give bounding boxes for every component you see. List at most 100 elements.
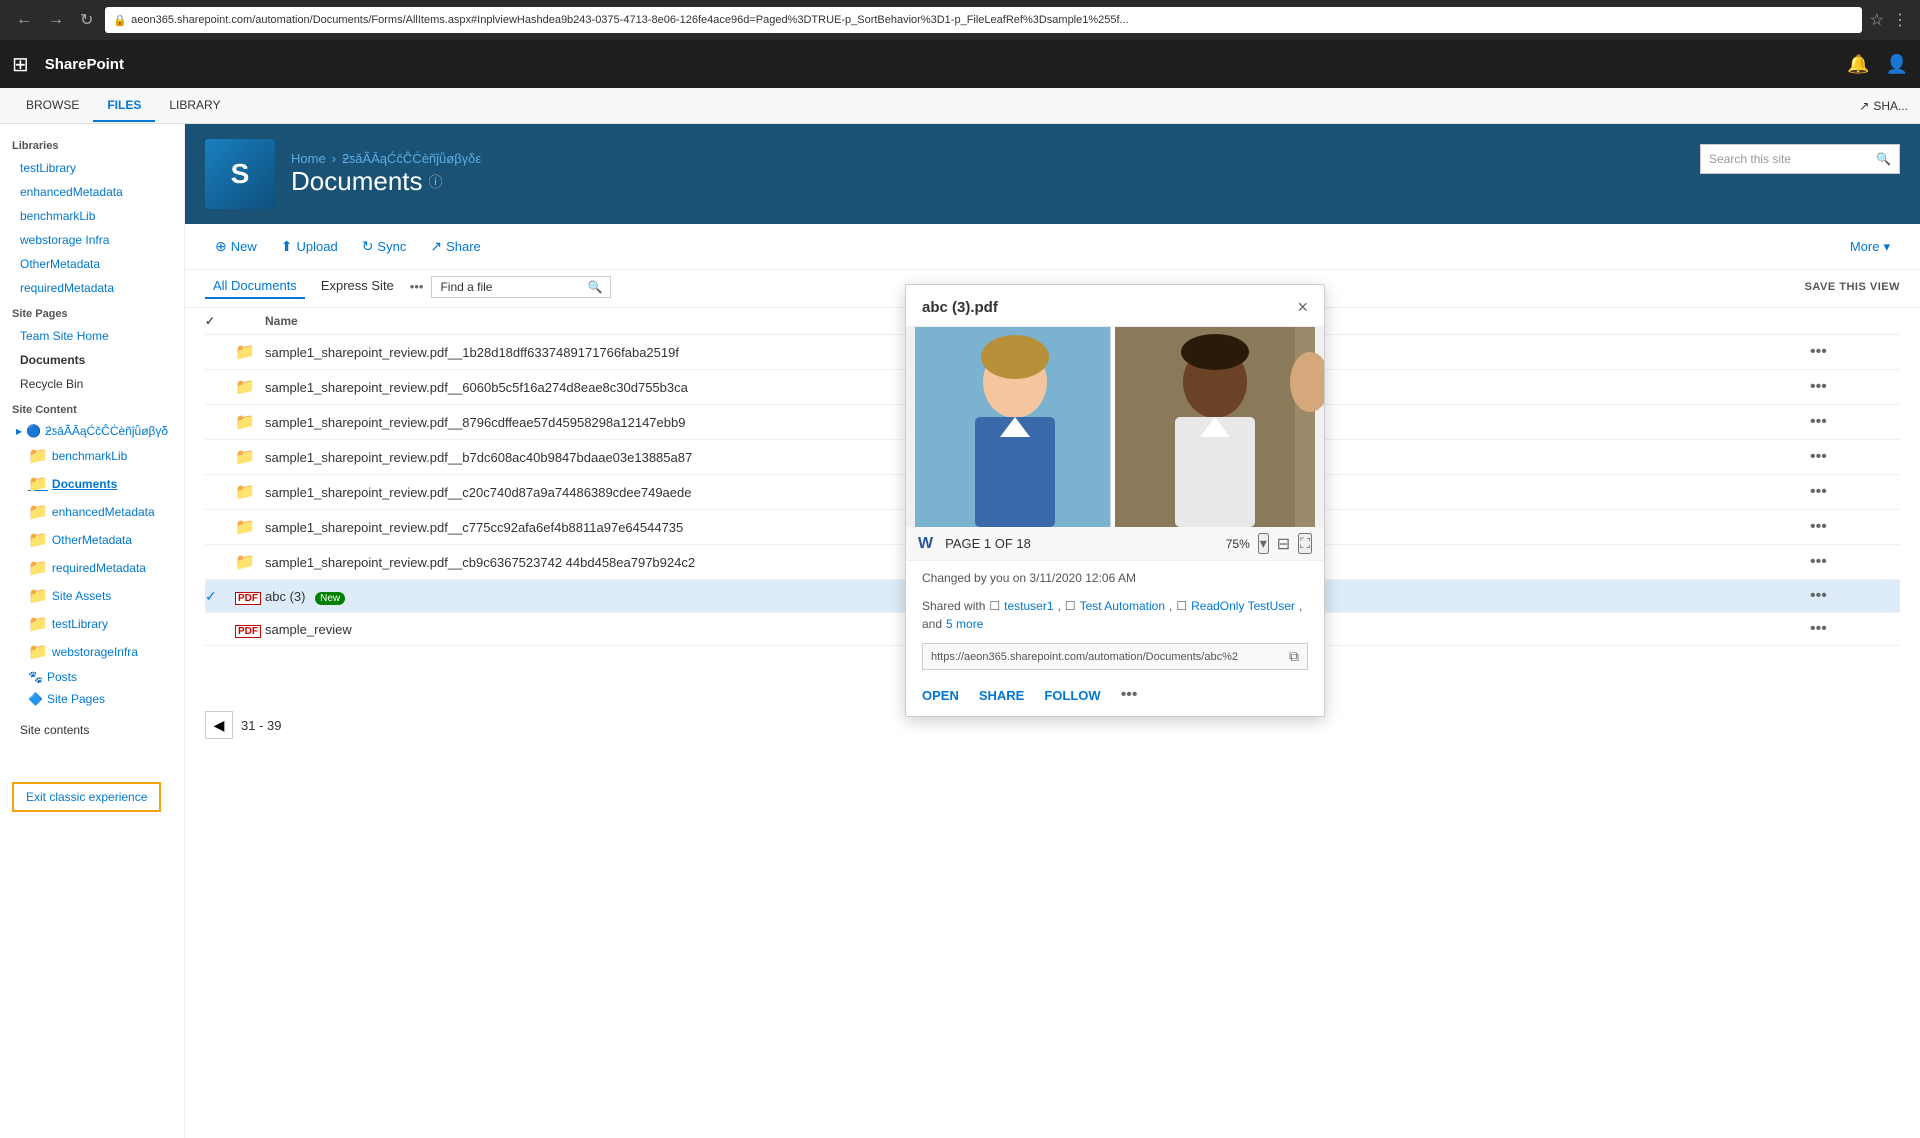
find-file-input[interactable]: Find a file 🔍 xyxy=(431,276,611,298)
sidebar-site-contents[interactable]: Site contents xyxy=(0,718,184,742)
ribbon-tab-browse[interactable]: BROWSE xyxy=(12,90,93,122)
view-more-tabs[interactable]: ••• xyxy=(410,279,424,294)
user-icon[interactable]: 👤 xyxy=(1886,54,1908,75)
address-bar[interactable]: 🔒 aeon365.sharepoint.com/automation/Docu… xyxy=(105,7,1861,33)
pdf-icon-cell: PDF xyxy=(235,589,265,604)
upload-icon: ⬆ xyxy=(281,238,293,255)
notifications-icon[interactable]: 🔔 xyxy=(1847,54,1869,75)
tree-item-webstorageinfra[interactable]: 📁 webstorageInfra xyxy=(0,638,184,666)
tab-all-documents[interactable]: All Documents xyxy=(205,274,305,299)
page-title-text: Documents xyxy=(291,166,423,197)
row-menu-selected[interactable]: ••• xyxy=(1810,587,1840,605)
new-button[interactable]: ⊕ New xyxy=(205,232,267,261)
preview-follow-button[interactable]: FOLLOW xyxy=(1044,688,1100,703)
waffle-icon[interactable]: ⊞ xyxy=(12,52,29,77)
preview-url-text: https://aeon365.sharepoint.com/automatio… xyxy=(931,651,1289,663)
sidebar-item-enhancedmetadata[interactable]: enhancedMetadata xyxy=(0,180,184,204)
sync-label: Sync xyxy=(377,239,406,254)
sidebar-item-documents[interactable]: Documents xyxy=(0,348,184,372)
search-icon: 🔍 xyxy=(588,280,603,294)
ribbon-tab-library[interactable]: LIBRARY xyxy=(155,90,234,122)
sidebar-item-recycle-bin[interactable]: Recycle Bin xyxy=(0,372,184,396)
menu-icon[interactable]: ⋮ xyxy=(1892,10,1908,30)
row-menu[interactable]: ••• xyxy=(1810,413,1840,431)
row-menu[interactable]: ••• xyxy=(1810,448,1840,466)
tree-item-documents[interactable]: 📁 Documents xyxy=(0,470,184,498)
ribbon-tab-files[interactable]: FILES xyxy=(93,90,155,122)
more-button[interactable]: More ▾ xyxy=(1840,233,1900,261)
sidebar-item-testlibrary[interactable]: testLibrary xyxy=(0,156,184,180)
bookmark-icon[interactable]: ☆ xyxy=(1870,10,1884,30)
tree-item-requiredmetadata[interactable]: 📁 requiredMetadata xyxy=(0,554,184,582)
folder-icon-cell: 📁 xyxy=(235,447,265,467)
site-pages-icon: 🔷 xyxy=(28,692,43,706)
more-arrow-icon: ▾ xyxy=(1883,239,1890,255)
sidebar-item-team-site-home[interactable]: Team Site Home xyxy=(0,324,184,348)
breadcrumb-home[interactable]: Home xyxy=(291,151,326,166)
search-this-site-input[interactable]: Search this site 🔍 xyxy=(1700,144,1900,174)
row-check-selected[interactable]: ✓ xyxy=(205,588,235,605)
share-button[interactable]: ↗ SHA... xyxy=(1859,99,1908,113)
zoom-mode-icon[interactable]: ⊟ xyxy=(1277,534,1290,554)
shared-user-1[interactable]: testuser1 xyxy=(1004,599,1053,613)
refresh-button[interactable]: ↻ xyxy=(76,6,97,34)
shared-with-label: Shared with xyxy=(922,599,985,613)
preview-close-button[interactable]: × xyxy=(1297,297,1308,318)
preview-panel: abc (3).pdf × xyxy=(905,284,1325,717)
copy-url-button[interactable]: ⧉ xyxy=(1289,648,1299,665)
row-menu[interactable]: ••• xyxy=(1810,483,1840,501)
row-menu[interactable]: ••• xyxy=(1810,620,1840,638)
preview-toolbar: W PAGE 1 OF 18 75% ▾ ⊟ ⛶ xyxy=(906,527,1324,561)
new-badge: New xyxy=(315,592,345,605)
row-menu[interactable]: ••• xyxy=(1810,518,1840,536)
preview-header: abc (3).pdf × xyxy=(906,285,1324,327)
preview-share-button[interactable]: SHARE xyxy=(979,688,1025,703)
tree-item-enhancedmetadata[interactable]: 📁 enhancedMetadata xyxy=(0,498,184,526)
forward-button[interactable]: → xyxy=(44,7,68,33)
share-button[interactable]: ↗ Share xyxy=(420,232,490,261)
address-text: aeon365.sharepoint.com/automation/Docume… xyxy=(131,14,1129,26)
pdf-icon: PDF xyxy=(235,625,261,638)
folder-icon-cell: 📁 xyxy=(235,377,265,397)
posts-icon: 🐾 xyxy=(28,670,43,684)
sidebar-item-othermetadata[interactable]: OtherMetadata xyxy=(0,252,184,276)
fullscreen-button[interactable]: ⛶ xyxy=(1298,533,1312,554)
tree-item-posts[interactable]: 🐾 Posts xyxy=(0,666,184,688)
breadcrumb: Home › ƻƽǎÃĀąĆčĈĊèñĵǖøβγδε xyxy=(291,151,1900,166)
search-icon: 🔍 xyxy=(1876,152,1891,166)
sync-button[interactable]: ↻ Sync xyxy=(352,232,417,261)
tree-item-site-assets[interactable]: 📁 Site Assets xyxy=(0,582,184,610)
back-button[interactable]: ← xyxy=(12,7,36,33)
tree-item-site-pages[interactable]: 🔷 Site Pages xyxy=(0,688,184,710)
col-check: ✓ xyxy=(205,314,235,328)
zoom-dropdown-button[interactable]: ▾ xyxy=(1258,533,1269,554)
site-content-section-title: Site Content xyxy=(0,396,184,420)
upload-button[interactable]: ⬆ Upload xyxy=(271,232,348,261)
tree-item-root[interactable]: ▸ 🔵 ƻƽǎÃĀąĆčĈĊèñĵǖøβγδ xyxy=(0,420,184,442)
shared-and: and xyxy=(922,617,942,631)
tree-item-othermetadata[interactable]: 📁 OtherMetadata xyxy=(0,526,184,554)
preview-more-actions[interactable]: ••• xyxy=(1121,686,1138,704)
info-icon[interactable]: ⓘ xyxy=(429,172,443,192)
folder-icon: 📁 xyxy=(28,502,48,522)
prev-page-button[interactable]: ◀ xyxy=(205,711,233,739)
shared-checkbox-1: ☐ xyxy=(989,599,1000,613)
folder-icon-cell: 📁 xyxy=(235,517,265,537)
tab-express-site[interactable]: Express Site xyxy=(313,274,402,299)
search-placeholder: Search this site xyxy=(1709,152,1791,166)
tree-item-testlibrary[interactable]: 📁 testLibrary xyxy=(0,610,184,638)
row-menu[interactable]: ••• xyxy=(1810,378,1840,396)
save-view-button[interactable]: SAVE THIS VIEW xyxy=(1805,281,1900,293)
shared-user-3[interactable]: ReadOnly TestUser xyxy=(1191,599,1295,613)
row-menu[interactable]: ••• xyxy=(1810,343,1840,361)
exit-classic-button[interactable]: Exit classic experience xyxy=(12,782,161,812)
folder-icon-cell: 📁 xyxy=(235,552,265,572)
preview-open-button[interactable]: OPEN xyxy=(922,688,959,703)
shared-more-link[interactable]: 5 more xyxy=(946,617,983,631)
row-menu[interactable]: ••• xyxy=(1810,553,1840,571)
sidebar-item-requiredmetadata[interactable]: requiredMetadata xyxy=(0,276,184,300)
tree-item-benchmarklib[interactable]: 📁 benchmarkLib xyxy=(0,442,184,470)
sidebar-item-benchmarklib[interactable]: benchmarkLib xyxy=(0,204,184,228)
shared-user-2[interactable]: Test Automation xyxy=(1080,599,1165,613)
sidebar-item-webstorageinfra[interactable]: webstorage Infra xyxy=(0,228,184,252)
